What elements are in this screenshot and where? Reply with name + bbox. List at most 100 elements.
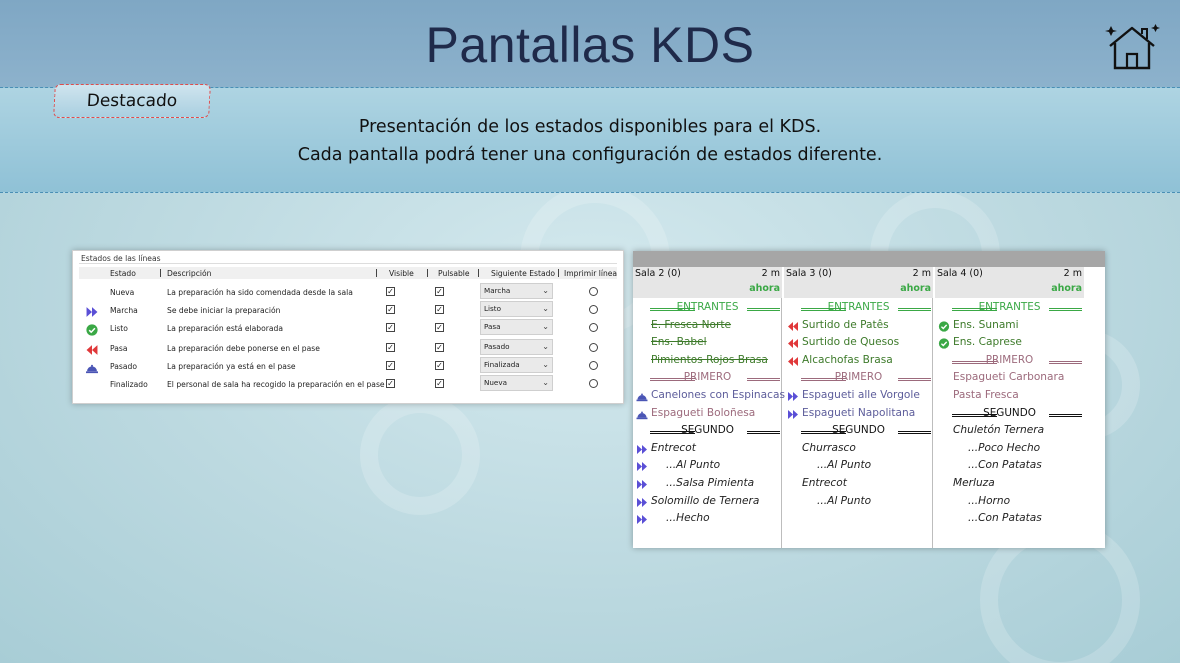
order-line[interactable]: ...Hecho bbox=[633, 511, 782, 528]
pulsable-checkbox[interactable]: ✓ bbox=[435, 305, 444, 314]
order-line-text: Entrecot bbox=[651, 441, 696, 454]
kds-top-bar bbox=[633, 251, 1105, 267]
order-line-text: Pasta Fresca bbox=[953, 389, 1019, 401]
order-line[interactable]: Ens. Sunami bbox=[935, 318, 1084, 335]
chevron-down-icon: ⌄ bbox=[542, 378, 549, 387]
order-line[interactable]: Entrecot bbox=[784, 476, 933, 493]
order-line-text: E. Fresca Norte bbox=[651, 318, 732, 331]
order-line[interactable]: Alcachofas Brasa bbox=[784, 353, 933, 370]
order-line[interactable]: Entrecot bbox=[633, 441, 782, 458]
course-divider: PRIMERO bbox=[633, 370, 782, 387]
header-siguiente: Siguiente Estado bbox=[491, 269, 556, 278]
double-arrow-right-icon bbox=[636, 461, 648, 472]
course-divider: PRIMERO bbox=[935, 353, 1084, 370]
order-line[interactable]: Surtido de Patês bbox=[784, 318, 933, 335]
now-label: ahora bbox=[1051, 283, 1082, 294]
next-state-select[interactable]: Listo ⌄ bbox=[480, 301, 553, 317]
order-line[interactable]: ...Salsa Pimienta bbox=[633, 476, 782, 493]
course-name: PRIMERO bbox=[985, 353, 1034, 366]
divider-line bbox=[1049, 413, 1082, 417]
next-state-select[interactable]: Nueva ⌄ bbox=[480, 375, 553, 391]
legend-line bbox=[79, 263, 617, 264]
next-state-value: Listo bbox=[484, 304, 501, 313]
pulsable-checkbox[interactable]: ✓ bbox=[435, 343, 444, 352]
print-line-radio[interactable] bbox=[589, 361, 598, 370]
order-line-text: Chuletón Ternera bbox=[953, 424, 1045, 437]
double-arrow-right-icon bbox=[787, 409, 799, 420]
order-line[interactable]: E. Fresca Norte bbox=[633, 318, 782, 335]
print-line-radio[interactable] bbox=[589, 287, 598, 296]
now-label: ahora bbox=[900, 283, 931, 294]
kds-column-header[interactable]: Sala 4 (0) 2 m ahora bbox=[935, 267, 1084, 298]
order-line-text: Surtido de Quesos bbox=[802, 336, 900, 349]
order-line[interactable]: Merluza bbox=[935, 476, 1084, 493]
chevron-down-icon: ⌄ bbox=[542, 322, 549, 331]
order-line[interactable]: Espagueti Napolitana bbox=[784, 406, 933, 423]
divider-line bbox=[747, 378, 780, 382]
order-line-text: Alcachofas Brasa bbox=[802, 353, 893, 366]
order-line-text: Churrasco bbox=[802, 441, 856, 454]
next-state-select[interactable]: Marcha ⌄ bbox=[480, 283, 553, 299]
order-line[interactable]: Surtido de Quesos bbox=[784, 335, 933, 352]
order-line[interactable]: ...Al Punto bbox=[784, 494, 933, 511]
order-line[interactable]: Ens. Babel bbox=[633, 335, 782, 352]
header-pulsable: Pulsable bbox=[438, 269, 470, 278]
divider-line bbox=[1049, 360, 1082, 364]
pulsable-checkbox[interactable]: ✓ bbox=[435, 379, 444, 388]
order-line[interactable]: Espagueti Boloñesa bbox=[633, 406, 782, 423]
order-line[interactable]: ...Horno bbox=[935, 494, 1084, 511]
check-circle-icon bbox=[938, 338, 950, 349]
print-line-radio[interactable] bbox=[589, 305, 598, 314]
order-line[interactable]: Pimientos Rojos Brasa bbox=[633, 353, 782, 370]
page-title: Pantallas KDS bbox=[425, 17, 755, 73]
divider-line bbox=[747, 431, 780, 435]
pulsable-checkbox[interactable]: ✓ bbox=[435, 361, 444, 370]
order-line[interactable]: Solomillo de Ternera bbox=[633, 494, 782, 511]
print-line-radio[interactable] bbox=[589, 379, 598, 388]
order-line-text: Espagueti Boloñesa bbox=[651, 406, 756, 419]
header-imprimir: Imprimir línea bbox=[564, 269, 618, 278]
order-line[interactable]: ...Poco Hecho bbox=[935, 441, 1084, 458]
double-arrow-right-icon bbox=[85, 306, 99, 318]
header-separator bbox=[478, 269, 479, 277]
next-state-select[interactable]: Finalizada ⌄ bbox=[480, 357, 553, 373]
next-state-value: Finalizada bbox=[484, 360, 520, 369]
visible-checkbox[interactable]: ✓ bbox=[386, 287, 395, 296]
visible-checkbox[interactable]: ✓ bbox=[386, 305, 395, 314]
info-line-2: Cada pantalla podrá tener una configurac… bbox=[297, 145, 883, 165]
visible-checkbox[interactable]: ✓ bbox=[386, 323, 395, 332]
pulsable-checkbox[interactable]: ✓ bbox=[435, 287, 444, 296]
header-separator bbox=[160, 269, 161, 277]
order-line-text: ...Hecho bbox=[666, 512, 710, 525]
order-line[interactable]: Chuletón Ternera bbox=[935, 423, 1084, 440]
chevron-down-icon: ⌄ bbox=[542, 304, 549, 313]
order-line[interactable]: Churrasco bbox=[784, 441, 933, 458]
visible-checkbox[interactable]: ✓ bbox=[386, 379, 395, 388]
order-line-text: Canelones con Espinacas bbox=[651, 389, 785, 401]
kds-column-header[interactable]: Sala 3 (0) 2 m ahora bbox=[784, 267, 933, 298]
home-icon[interactable] bbox=[1104, 22, 1160, 72]
order-line[interactable]: ...Al Punto bbox=[784, 458, 933, 475]
order-line[interactable]: Ens. Caprese bbox=[935, 335, 1084, 352]
print-line-radio[interactable] bbox=[589, 323, 598, 332]
visible-checkbox[interactable]: ✓ bbox=[386, 361, 395, 370]
order-line[interactable]: ...Al Punto bbox=[633, 458, 782, 475]
order-line[interactable]: ...Con Patatas bbox=[935, 458, 1084, 475]
print-line-radio[interactable] bbox=[589, 343, 598, 352]
order-line[interactable]: Pasta Fresca bbox=[935, 388, 1084, 405]
order-line[interactable]: Espagueti Carbonara bbox=[935, 370, 1084, 387]
pulsable-checkbox[interactable]: ✓ bbox=[435, 323, 444, 332]
next-state-select[interactable]: Pasado ⌄ bbox=[480, 339, 553, 355]
order-line[interactable]: ...Con Patatas bbox=[935, 511, 1084, 528]
check-circle-icon bbox=[938, 320, 950, 332]
visible-checkbox[interactable]: ✓ bbox=[386, 343, 395, 352]
order-line-text: Entrecot bbox=[802, 477, 847, 489]
next-state-select[interactable]: Pasa ⌄ bbox=[480, 319, 553, 335]
order-line[interactable]: Canelones con Espinacas bbox=[633, 388, 785, 405]
chevron-down-icon: ⌄ bbox=[542, 342, 549, 351]
kds-column: Sala 3 (0) 2 m ahora ENTRANTES Surtido d… bbox=[784, 267, 933, 548]
order-line-text: ...Al Punto bbox=[666, 459, 721, 472]
order-line[interactable]: Espagueti alle Vorgole bbox=[784, 388, 933, 405]
kds-column-header[interactable]: Sala 2 (0) 2 m ahora bbox=[633, 267, 782, 298]
course-name: ENTRANTES bbox=[827, 301, 890, 313]
